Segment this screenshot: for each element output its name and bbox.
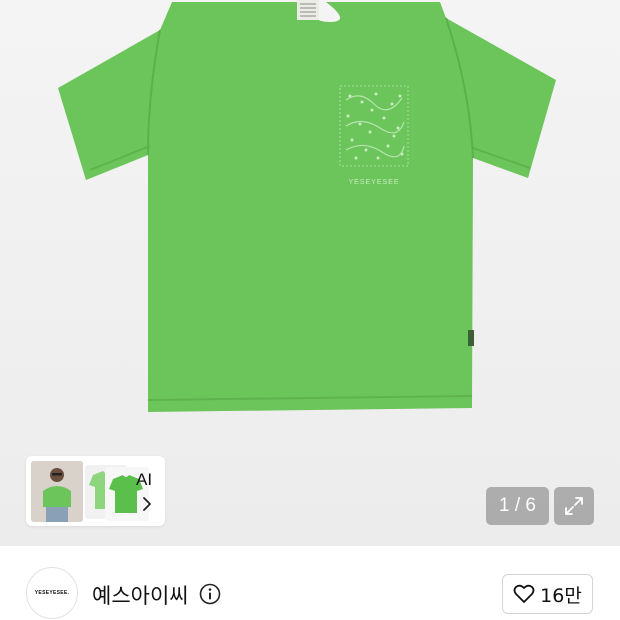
brand-logo-text: YESEYESEE.: [34, 590, 70, 596]
info-icon[interactable]: [199, 583, 221, 605]
expand-button[interactable]: [554, 487, 594, 525]
like-button[interactable]: 16만: [502, 574, 593, 614]
tshirt-image: YESEYESEE: [58, 0, 556, 412]
brand-logo[interactable]: YESEYESEE.: [26, 567, 78, 619]
ai-label: AI: [136, 470, 153, 489]
brand-name[interactable]: 예스아이씨: [92, 580, 189, 610]
chevron-right-icon: [143, 497, 151, 511]
model-thumbnail: [31, 461, 83, 522]
ai-try-on-card[interactable]: AI: [26, 456, 165, 526]
like-count: 16만: [540, 584, 582, 607]
heart-icon: [513, 584, 535, 603]
chest-print-text: YESEYESEE: [348, 179, 399, 186]
image-counter: 1 / 6: [486, 487, 549, 525]
product-image-gallery[interactable]: YESEYESEE AI 1 / 6: [0, 0, 620, 546]
expand-icon: [565, 497, 583, 515]
